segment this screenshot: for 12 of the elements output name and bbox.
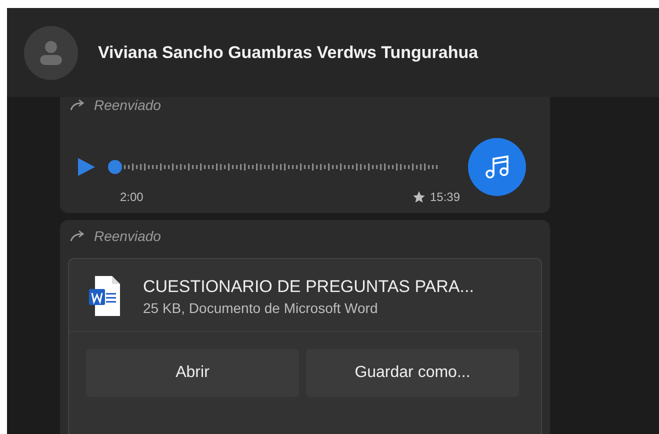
contact-name: Viviana Sancho Guambras Verdws Tungurahua: [98, 42, 478, 62]
word-document-icon: [89, 275, 121, 317]
file-info: 25 KB, Documento de Microsoft Word: [143, 300, 379, 316]
open-button[interactable]: Abrir: [86, 349, 299, 397]
forwarded-label: Reenviado: [94, 97, 161, 113]
message-time: 15:39: [430, 190, 460, 204]
forwarded-label: Reenviado: [94, 228, 161, 244]
save-as-button[interactable]: Guardar como...: [306, 349, 519, 397]
file-name: CUESTIONARIO DE PREGUNTAS PARA...: [143, 276, 474, 296]
play-button[interactable]: [76, 157, 96, 177]
audio-duration: 2:00: [120, 190, 144, 204]
progress-thumb[interactable]: [108, 160, 122, 174]
